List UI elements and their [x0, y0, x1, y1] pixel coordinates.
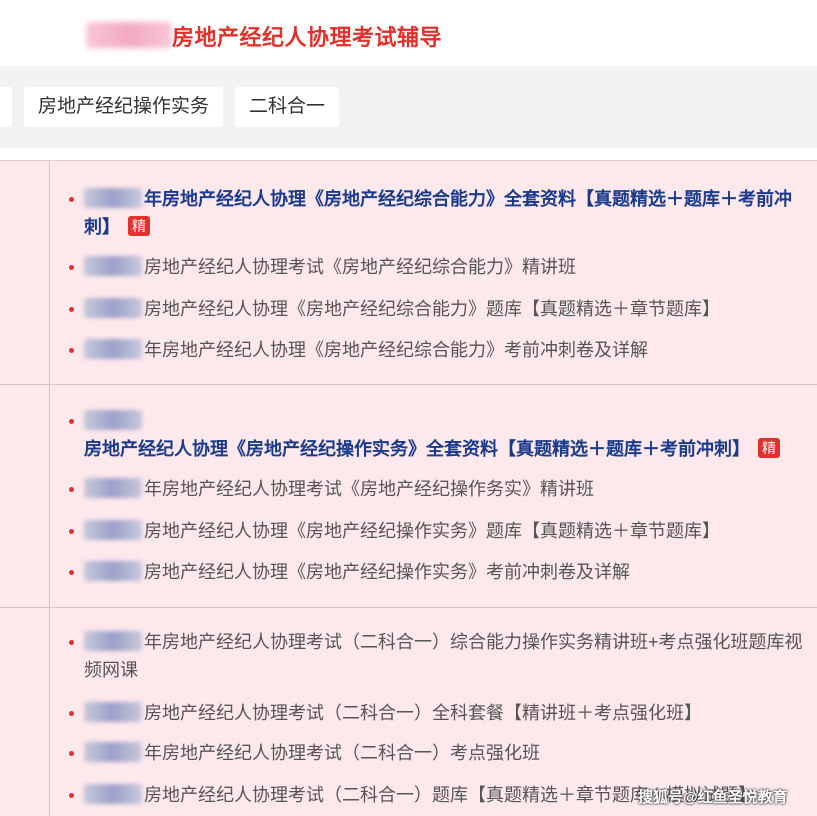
item-link[interactable]: 房地产经纪人协理考试（二科合一）全科套餐【精讲班＋考点强化班】 — [144, 703, 702, 723]
list-item[interactable]: 房地产经纪人协理考试（二科合一）全科套餐【精讲班＋考点强化班】 — [69, 699, 804, 727]
item-link[interactable]: 年房地产经纪人协理考试《房地产经纪操作务实》精讲班 — [144, 479, 594, 499]
tab-previous-partial[interactable] — [0, 87, 12, 127]
bullet-icon — [69, 419, 74, 424]
blurred-year — [84, 339, 142, 359]
blurred-year — [84, 561, 142, 581]
page-title: 房地产经纪人协理考试辅导 — [172, 25, 443, 50]
bullet-icon — [69, 640, 74, 645]
blurred-year — [84, 702, 142, 722]
item-link[interactable]: 年房地产经纪人协理《房地产经纪综合能力》考前冲刺卷及详解 — [144, 340, 648, 360]
watermark: 搜狐号@红鱼圣悦教育 — [638, 789, 788, 806]
list-item[interactable]: 房地产经纪人协理《房地产经纪操作实务》考前冲刺卷及详解 — [69, 558, 804, 586]
header: 房地产经纪人协理考试辅导 — [0, 0, 817, 64]
bullet-icon — [69, 307, 74, 312]
item-link[interactable]: 房地产经纪人协理《房地产经纪操作实务》全套资料【真题精选＋题库＋考前冲刺】 — [84, 439, 750, 459]
list-item[interactable]: 年房地产经纪人协理考试《房地产经纪操作务实》精讲班 — [69, 475, 804, 503]
item-link[interactable]: 房地产经纪人协理考试《房地产经纪综合能力》精讲班 — [144, 257, 576, 277]
blurred-year — [84, 742, 142, 762]
blurred-year — [84, 784, 142, 804]
bullet-icon — [69, 751, 74, 756]
item-link[interactable]: 年房地产经纪人协理《房地产经纪综合能力》全套资料【真题精选＋题库＋考前冲刺】 — [84, 189, 792, 237]
list-item[interactable]: 房地产经纪人协理考试《房地产经纪综合能力》精讲班 — [69, 253, 804, 281]
blurred-year — [84, 478, 142, 498]
item-link[interactable]: 房地产经纪人协理《房地产经纪操作实务》题库【真题精选＋章节题库】 — [144, 521, 720, 541]
bullet-icon — [69, 487, 74, 492]
tab-operation-practice[interactable]: 房地产经纪操作实务 — [24, 87, 224, 127]
bullet-icon — [69, 570, 74, 575]
bullet-icon — [69, 711, 74, 716]
blurred-logo — [86, 22, 172, 48]
list-item[interactable]: 房地产经纪人协理《房地产经纪操作实务》全套资料【真题精选＋题库＋考前冲刺】精 — [69, 407, 804, 463]
bullet-icon — [69, 793, 74, 798]
bullet-icon — [69, 348, 74, 353]
column-divider — [49, 161, 50, 816]
section-divider — [0, 384, 817, 385]
blurred-year — [84, 410, 142, 430]
featured-badge: 精 — [758, 438, 780, 458]
list-item[interactable]: 房地产经纪人协理《房地产经纪操作实务》题库【真题精选＋章节题库】 — [69, 517, 804, 545]
item-link[interactable]: 房地产经纪人协理《房地产经纪操作实务》考前冲刺卷及详解 — [144, 562, 630, 582]
list-item[interactable]: 房地产经纪人协理《房地产经纪综合能力》题库【真题精选＋章节题库】 — [69, 295, 804, 323]
blurred-year — [84, 188, 142, 208]
section-divider — [0, 607, 817, 608]
bullet-icon — [69, 265, 74, 270]
list-item[interactable]: 年房地产经纪人协理《房地产经纪综合能力》考前冲刺卷及详解 — [69, 336, 804, 364]
bullet-icon — [69, 529, 74, 534]
bullet-icon — [69, 197, 74, 202]
list-item[interactable]: 年房地产经纪人协理《房地产经纪综合能力》全套资料【真题精选＋题库＋考前冲刺】精 — [69, 185, 804, 241]
blurred-year — [84, 520, 142, 540]
item-link[interactable]: 年房地产经纪人协理考试（二科合一）综合能力操作实务精讲班+考点强化班题库视频网课 — [84, 632, 803, 680]
blurred-year — [84, 298, 142, 318]
tab-bar: 房地产经纪操作实务 二科合一 — [0, 66, 817, 148]
item-link[interactable]: 年房地产经纪人协理考试（二科合一）考点强化班 — [144, 743, 540, 763]
list-item[interactable]: 年房地产经纪人协理考试（二科合一）考点强化班 — [69, 739, 804, 767]
tab-two-in-one[interactable]: 二科合一 — [235, 87, 340, 127]
course-list: 年房地产经纪人协理《房地产经纪综合能力》全套资料【真题精选＋题库＋考前冲刺】精 … — [0, 160, 817, 816]
item-link[interactable]: 房地产经纪人协理《房地产经纪综合能力》题库【真题精选＋章节题库】 — [144, 299, 720, 319]
blurred-year — [84, 631, 142, 651]
list-item[interactable]: 年房地产经纪人协理考试（二科合一）综合能力操作实务精讲班+考点强化班题库视频网课 — [69, 628, 804, 684]
blurred-year — [84, 256, 142, 276]
featured-badge: 精 — [128, 216, 150, 236]
